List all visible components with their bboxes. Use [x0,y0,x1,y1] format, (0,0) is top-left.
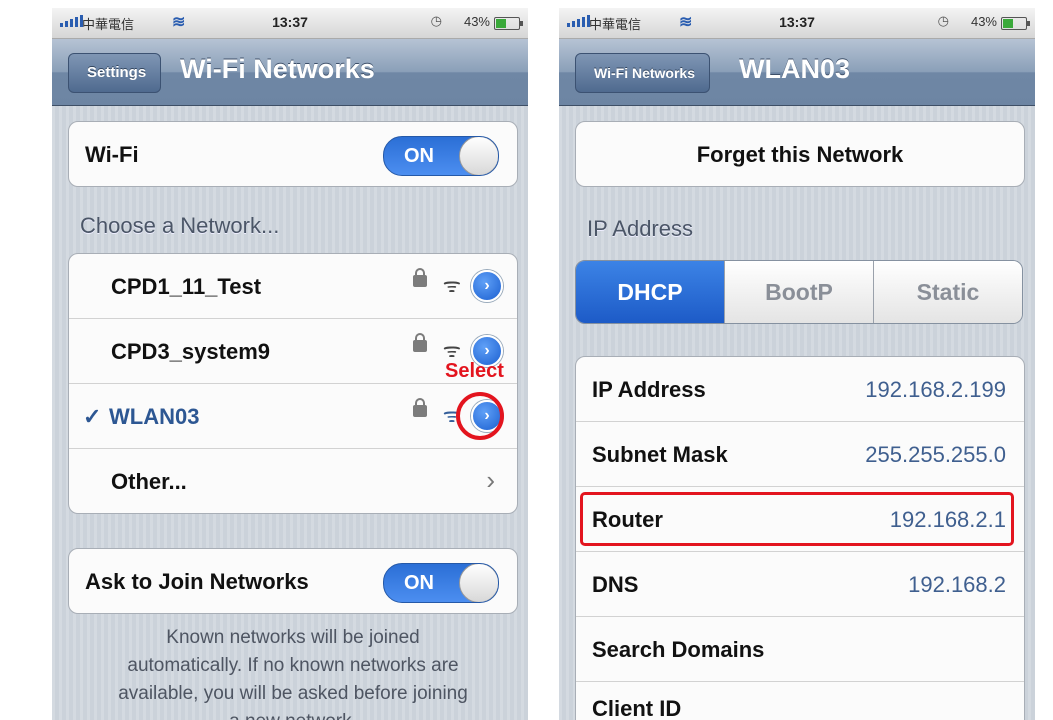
choose-network-header: Choose a Network... [80,213,280,238]
checkmark-icon: ✓ [83,404,102,429]
lock-icon [413,398,427,417]
page-title: Wi-Fi Networks [180,54,375,84]
forget-network-button[interactable]: Forget this Network [576,122,1024,186]
battery-icon [494,17,523,30]
toggle-knob [459,137,498,175]
back-button-settings[interactable]: Settings [68,53,162,93]
battery-icon [1001,17,1030,30]
select-highlight-ring [456,392,504,440]
client-id-row[interactable]: Client ID [576,681,1024,720]
network-name: CPD1_11_Test [111,274,262,299]
ip-address-value: 192.168.2.199 [865,377,1006,402]
network-row-wlan03[interactable]: ✓ WLAN03 ᯤ › [69,383,517,448]
network-detail-screen: 中華電信 ≋ 13:37 ◷ 43% Wi-Fi Networks WLAN03… [559,8,1035,720]
subnet-mask-row: Subnet Mask 255.255.255.0 [576,421,1024,486]
alarm-icon: ◷ [937,13,949,28]
segment-dhcp[interactable]: DHCP [576,261,724,323]
wifi-icon: ᯤ [442,275,461,297]
forget-group: Forget this Network [575,121,1025,187]
clock: 13:37 [779,14,815,30]
battery-percent: 43% [463,14,490,29]
segment-static[interactable]: Static [873,261,1022,323]
wifi-toggle-group: Wi-Fi ON [68,121,518,187]
ask-join-row: Ask to Join Networks ON [69,549,517,613]
dns-value: 192.168.2 [908,572,1006,597]
dns-row[interactable]: DNS 192.168.2 [576,551,1024,616]
lock-icon [413,333,427,352]
network-name: WLAN03 [109,404,200,429]
router-highlight-box [580,492,1014,546]
network-row-other[interactable]: Other... › [69,448,517,513]
lock-icon [413,268,427,287]
battery-percent: 43% [970,14,997,29]
select-annotation: Select [445,360,504,382]
ask-join-group: Ask to Join Networks ON [68,548,518,614]
segment-bootp[interactable]: BootP [724,261,873,323]
back-button-wifi-networks[interactable]: Wi-Fi Networks [575,53,710,93]
ip-address-row: IP Address 192.168.2.199 [592,377,1006,402]
navigation-bar: Wi-Fi Networks WLAN03 [559,39,1035,106]
status-bar: 中華電信 ≋ 13:37 ◷ 43% [559,8,1035,39]
wifi-toggle[interactable]: ON [383,136,499,176]
network-row-cpd1[interactable]: CPD1_11_Test ᯤ › [69,254,517,318]
subnet-mask-value: 255.255.255.0 [865,442,1006,467]
wifi-row: Wi-Fi ON [69,122,517,186]
clock: 13:37 [272,14,308,30]
other-network-label: Other... [111,469,187,494]
network-name: CPD3_system9 [111,339,270,364]
wifi-networks-screen: 中華電信 ≋ 13:37 ◷ 43% Settings Wi-Fi Networ… [52,8,528,720]
wifi-label: Wi-Fi [85,142,139,167]
ask-join-label: Ask to Join Networks [85,569,309,594]
wifi-icon: ᯤ [442,340,461,362]
detail-disclosure-icon[interactable]: › [471,270,503,302]
ip-address-header: IP Address [587,216,693,241]
ip-mode-segmented-control: DHCP BootP Static [575,260,1023,324]
navigation-bar: Settings Wi-Fi Networks [52,39,528,106]
alarm-icon: ◷ [430,13,442,28]
chevron-right-icon: › [486,465,495,495]
page-title: WLAN03 [739,54,851,84]
network-list: CPD1_11_Test ᯤ › CPD3_system9 ᯤ › ✓ WLAN… [68,253,518,514]
ask-join-footer: Known networks will be joined automatica… [118,627,468,720]
search-domains-row[interactable]: Search Domains [576,616,1024,681]
ask-join-toggle[interactable]: ON [383,563,499,603]
status-bar: 中華電信 ≋ 13:37 ◷ 43% [52,8,528,39]
toggle-knob [459,564,498,602]
